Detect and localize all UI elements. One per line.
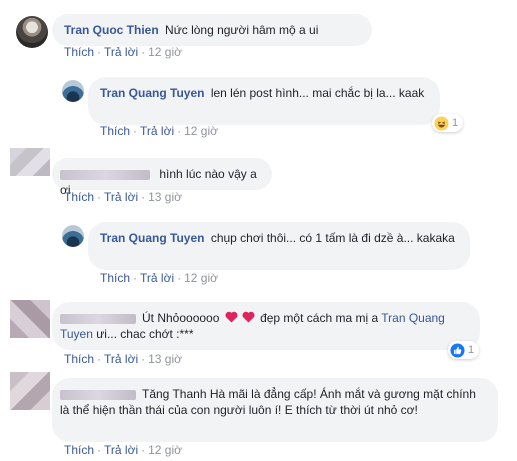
reply-link[interactable]: Trả lời xyxy=(104,352,138,366)
haha-icon xyxy=(434,115,449,131)
comment-bubble: Tran Quoc Thien Nức lòng người hâm mộ a … xyxy=(52,14,372,46)
like-link[interactable]: Thích xyxy=(64,443,94,457)
reaction-summary[interactable]: 1 xyxy=(448,341,480,359)
timestamp[interactable]: 12 giờ xyxy=(184,124,218,138)
comment-actions: Thích · Trả lời · 12 giờ xyxy=(100,271,218,285)
comment-text: len lén post hình... mai chắc bị la... k… xyxy=(210,86,425,100)
reply-link[interactable]: Trả lời xyxy=(104,45,138,59)
avatar[interactable] xyxy=(10,300,50,338)
avatar[interactable] xyxy=(62,80,84,102)
avatar[interactable] xyxy=(10,372,50,410)
like-link[interactable]: Thích xyxy=(64,190,94,204)
comment-bubble: Tăng Thanh Hà mãi là đẳng cấp! Ánh mắt v… xyxy=(52,378,498,442)
comment-text: đẹp một cách ma mị a xyxy=(260,311,379,325)
comment-author-suffix: Út Nhỏoooooo xyxy=(142,311,220,325)
reaction-count: 1 xyxy=(468,344,475,356)
comment-actions: Thích · Trả lời · 12 giờ xyxy=(64,443,182,457)
reaction-count: 1 xyxy=(452,117,459,129)
comment-bubble: Tran Quang Tuyen chụp chơi thôi... có 1 … xyxy=(88,222,470,270)
heart-icon xyxy=(242,311,255,323)
comment-author[interactable] xyxy=(60,313,136,324)
timestamp[interactable]: 13 giờ xyxy=(148,352,182,366)
like-link[interactable]: Thích xyxy=(64,352,94,366)
comment-actions: Thích · Trả lời · 12 giờ xyxy=(64,45,182,59)
timestamp[interactable]: 12 giờ xyxy=(148,45,182,59)
timestamp[interactable]: 13 giờ xyxy=(148,190,182,204)
comment-author[interactable] xyxy=(60,169,150,180)
comment-text-end: ưi... chac chớt :*** xyxy=(96,327,194,341)
comment-author[interactable]: Tran Quang Tuyen xyxy=(100,86,204,100)
timestamp[interactable]: 12 giờ xyxy=(184,271,218,285)
avatar[interactable] xyxy=(10,148,50,176)
reply-link[interactable]: Trả lời xyxy=(104,443,138,457)
comment-text: chụp chơi thôi... có 1 tấm là đi dzề à..… xyxy=(210,231,455,245)
reply-link[interactable]: Trả lời xyxy=(140,124,174,138)
reaction-summary[interactable]: 1 xyxy=(432,114,464,132)
comment-bubble: Út Nhỏoooooo đẹp một cách ma mị a Tran Q… xyxy=(52,302,480,350)
reply-link[interactable]: Trả lời xyxy=(140,271,174,285)
comment-actions: Thích · Trả lời · 12 giờ xyxy=(100,124,218,138)
comment-text: Nức lòng người hâm mộ a ui xyxy=(165,23,319,37)
comment-author[interactable]: Tran Quoc Thien xyxy=(64,23,159,37)
heart-icon xyxy=(225,311,238,323)
like-link[interactable]: Thích xyxy=(64,45,94,59)
avatar[interactable] xyxy=(62,225,84,247)
avatar[interactable] xyxy=(16,16,48,48)
comment-bubble: hình lúc nào vậy a ơi xyxy=(52,158,272,197)
reply-link[interactable]: Trả lời xyxy=(104,190,138,204)
comment-author[interactable] xyxy=(60,389,136,400)
comment-actions: Thích · Trả lời · 13 giờ xyxy=(64,352,182,366)
comment-actions: Thích · Trả lời · 13 giờ xyxy=(64,190,182,204)
like-link[interactable]: Thích xyxy=(100,124,130,138)
like-link[interactable]: Thích xyxy=(100,271,130,285)
like-icon xyxy=(450,342,465,358)
comment-bubble: Tran Quang Tuyen len lén post hình... ma… xyxy=(88,77,440,125)
timestamp[interactable]: 12 giờ xyxy=(148,443,182,457)
comment-author[interactable]: Tran Quang Tuyen xyxy=(100,231,204,245)
